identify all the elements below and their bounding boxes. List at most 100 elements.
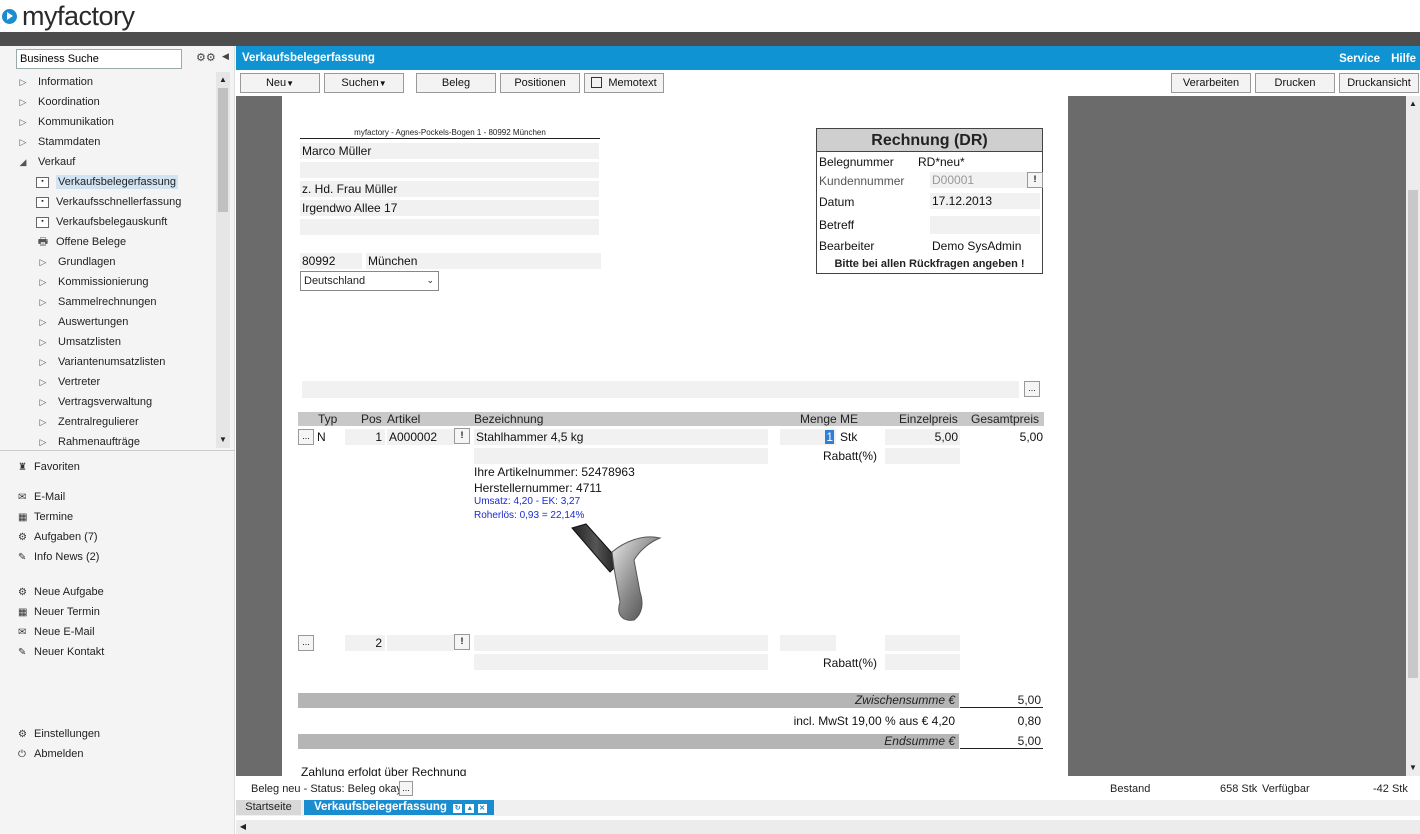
city-field[interactable]: München — [366, 253, 601, 269]
scroll-down-icon[interactable]: ▼ — [1406, 762, 1420, 774]
scroll-down-icon[interactable]: ▼ — [216, 434, 230, 446]
customer-lookup-button[interactable]: ! — [1027, 172, 1043, 188]
logo-text: myfactory — [22, 0, 135, 31]
business-search-input[interactable] — [16, 49, 182, 69]
position1-pos-field[interactable]: 1 — [345, 429, 385, 445]
collapse-sidebar-icon[interactable]: ◀ — [222, 51, 229, 62]
status-details-button[interactable]: ... — [399, 781, 413, 796]
abmelden-link[interactable]: ⏻ Abmelden — [18, 748, 84, 760]
new-dropdown-button[interactable]: Neu▼ — [240, 73, 320, 93]
expand-arrow-icon: ▷ — [19, 116, 27, 127]
nav-item-kommunikation[interactable]: ▷ Kommunikation — [16, 112, 216, 132]
tab-verkaufsbelegerfassung[interactable]: Verkaufsbelegerfassung ↻ ▲ ✕ — [304, 800, 494, 815]
refresh-icon[interactable]: ↻ — [453, 804, 463, 813]
search-dropdown-button[interactable]: Suchen▼ — [324, 73, 404, 93]
position1-menu-button[interactable]: ... — [298, 429, 314, 445]
total-value: 5,00 — [960, 734, 1043, 749]
document-scroll-thumb[interactable] — [1408, 190, 1418, 678]
termine-link[interactable]: ▦ Termine — [18, 511, 73, 523]
position2-pos-field[interactable]: 2 — [345, 635, 385, 651]
aufgaben-link[interactable]: ⚙ Aufgaben (7) — [18, 531, 98, 543]
nav-scroll-thumb[interactable] — [218, 88, 228, 212]
druckansicht-button[interactable]: Druckansicht — [1339, 73, 1419, 93]
nav-item-vertreter[interactable]: ▷ Vertreter — [16, 372, 216, 392]
betreff-field[interactable] — [930, 216, 1040, 234]
nav-item-vertragsverwaltung[interactable]: ▷ Vertragsverwaltung — [16, 392, 216, 412]
position2-text-field[interactable] — [474, 654, 768, 670]
neue-aufgabe-link[interactable]: ⚙ Neue Aufgabe — [18, 586, 104, 598]
positionen-button[interactable]: Positionen — [500, 73, 580, 93]
einstellungen-link[interactable]: ⚙ Einstellungen — [18, 728, 100, 740]
nav-item-rahmenauftraege[interactable]: ▷ Rahmenaufträge — [16, 432, 216, 448]
status-text: Beleg neu - Status: Beleg okay — [251, 783, 403, 795]
country-select[interactable]: Deutschland ⌄ — [300, 271, 439, 291]
position2-menge-field[interactable] — [780, 635, 836, 651]
service-link[interactable]: Service — [1339, 53, 1380, 65]
zip-field[interactable]: 80992 — [300, 253, 362, 269]
beleg-button[interactable]: Beleg — [416, 73, 496, 93]
dropdown-arrow-icon: ▼ — [378, 79, 387, 88]
position2-artikel-field[interactable] — [387, 635, 454, 651]
nav-item-verkauf[interactable]: ◢ Verkauf — [16, 152, 216, 172]
nav-item-verkaufsbelegerfassung[interactable]: ▪ Verkaufsbelegerfassung — [16, 172, 216, 192]
nav-item-kommissionierung[interactable]: ▷ Kommissionierung — [16, 272, 216, 292]
kundennummer-field[interactable]: D00001 — [930, 172, 1027, 188]
address-attn-field[interactable]: z. Hd. Frau Müller — [300, 181, 599, 197]
nav-item-umsatzlisten[interactable]: ▷ Umsatzlisten — [16, 332, 216, 352]
neuer-kontakt-link[interactable]: ✎ Neuer Kontakt — [18, 646, 104, 658]
position2-menu-button[interactable]: ... — [298, 635, 314, 651]
article-lookup-button[interactable]: ! — [454, 428, 470, 444]
help-link[interactable]: Hilfe — [1391, 53, 1416, 65]
address-line5-field[interactable] — [300, 219, 599, 235]
info-news-link[interactable]: ✎ Info News (2) — [18, 551, 99, 563]
nav-item-auswertungen[interactable]: ▷ Auswertungen — [16, 312, 216, 332]
scroll-up-icon[interactable]: ▲ — [1406, 98, 1420, 110]
drucken-button[interactable]: Drucken — [1255, 73, 1335, 93]
scroll-left-icon[interactable]: ◀ — [236, 821, 250, 833]
position1-bezeichnung-field[interactable]: Stahlhammer 4,5 kg — [474, 429, 768, 445]
position1-menge-field[interactable]: 1 — [780, 429, 836, 445]
position1-text-field[interactable] — [474, 448, 768, 464]
article-lookup-button-2[interactable]: ! — [454, 634, 470, 650]
email-link[interactable]: ✉ E-Mail — [18, 491, 65, 503]
address-name-field[interactable]: Marco Müller — [300, 143, 599, 159]
address-street-field[interactable]: Irgendwo Allee 17 — [300, 200, 599, 216]
datum-field[interactable]: 17.12.2013 — [930, 193, 1040, 209]
nav-item-verkaufsschnellerfassung[interactable]: ▪ Verkaufsschnellerfassung — [16, 192, 216, 212]
stock-label: Bestand — [1110, 783, 1151, 795]
settings-cog-icon[interactable]: ⚙⚙ — [196, 51, 216, 64]
tab-startseite[interactable]: Startseite — [236, 800, 301, 815]
address-line2-field[interactable] — [300, 162, 599, 178]
scroll-up-icon[interactable]: ▲ — [216, 74, 230, 86]
position2-bezeichnung-field[interactable] — [474, 635, 768, 651]
up-icon[interactable]: ▲ — [465, 804, 475, 813]
memotext-button[interactable]: Memotext — [584, 73, 664, 93]
nav-item-koordination[interactable]: ▷ Koordination — [16, 92, 216, 112]
header-text-field[interactable] — [302, 381, 1019, 398]
position2-rabatt-field[interactable] — [885, 654, 960, 670]
nav-item-stammdaten[interactable]: ▷ Stammdaten — [16, 132, 216, 152]
favoriten-link[interactable]: ♜ Favoriten — [18, 461, 80, 473]
bearbeiter-value: Demo SysAdmin — [932, 239, 1022, 253]
position2-einzelpreis-field[interactable] — [885, 635, 960, 651]
nav-item-verkaufsbelegauskunft[interactable]: ▪ Verkaufsbelegauskunft — [16, 212, 216, 232]
expand-arrow-icon: ▷ — [39, 296, 47, 307]
nav-item-information[interactable]: ▷ Information — [16, 72, 216, 92]
neue-email-link[interactable]: ✉ Neue E-Mail — [18, 626, 95, 638]
header-text-more-button[interactable]: ... — [1024, 381, 1040, 397]
expand-arrow-icon: ▷ — [39, 416, 47, 427]
horizontal-scrollbar[interactable]: ◀ — [236, 820, 1420, 834]
nav-item-offene-belege[interactable]: 🖶 Offene Belege — [16, 232, 216, 252]
nav-item-grundlagen[interactable]: ▷ Grundlagen — [16, 252, 216, 272]
nav-item-variantenumsatzlisten[interactable]: ▷ Variantenumsatzlisten — [16, 352, 216, 372]
mail-icon: ✉ — [18, 491, 27, 503]
dropdown-arrow-icon: ▼ — [286, 79, 295, 88]
neuer-termin-link[interactable]: ▦ Neuer Termin — [18, 606, 100, 618]
close-icon[interactable]: ✕ — [477, 804, 487, 813]
position1-artikel-field[interactable]: A000002 — [387, 429, 454, 445]
position1-einzelpreis-field[interactable]: 5,00 — [885, 429, 960, 445]
nav-item-sammelrechnungen[interactable]: ▷ Sammelrechnungen — [16, 292, 216, 312]
verarbeiten-button[interactable]: Verarbeiten — [1171, 73, 1251, 93]
position1-rabatt-field[interactable] — [885, 448, 960, 464]
nav-item-zentralregulierer[interactable]: ▷ Zentralregulierer — [16, 412, 216, 432]
